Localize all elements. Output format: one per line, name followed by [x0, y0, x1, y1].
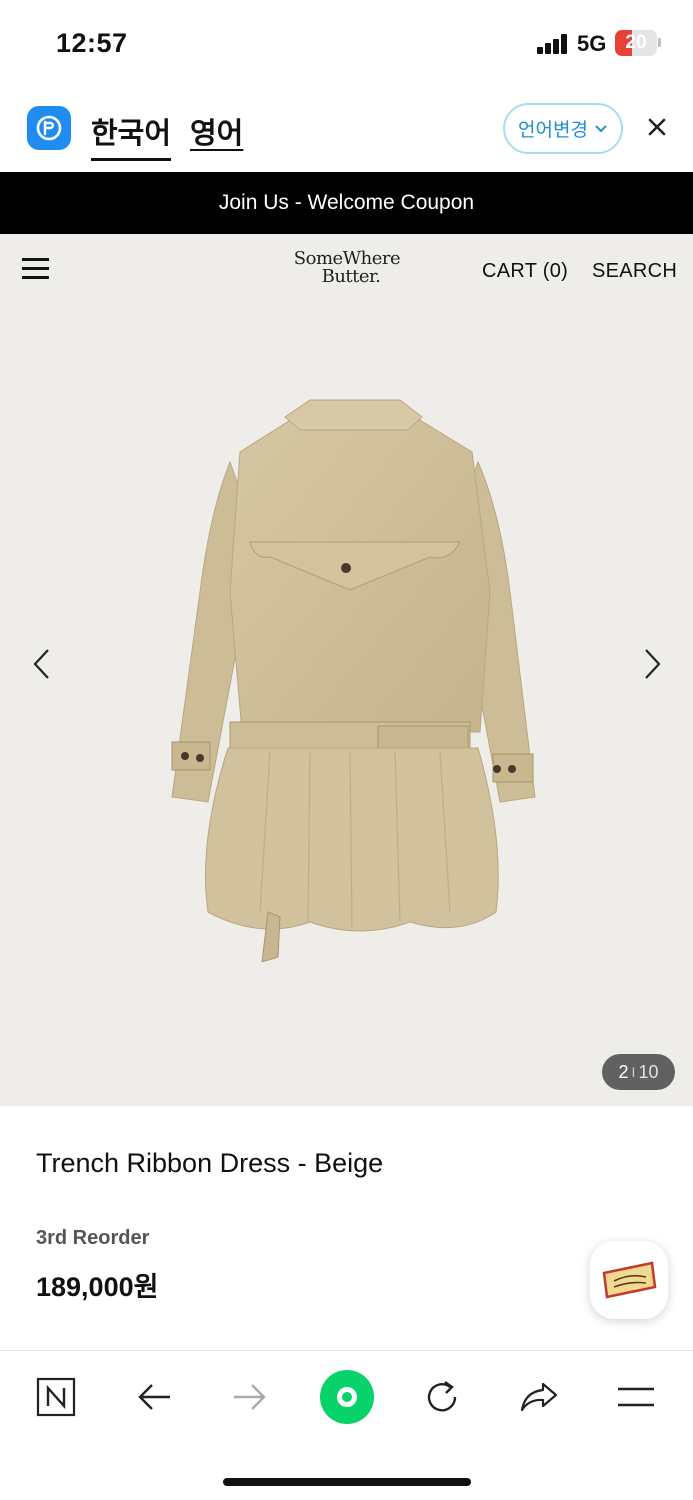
hamburger-icon[interactable] — [22, 256, 50, 280]
menu-icon[interactable] — [612, 1373, 660, 1421]
home-indicator — [223, 1478, 471, 1486]
change-language-label: 언어변경 — [518, 120, 588, 141]
change-language-button[interactable]: 언어변경 — [503, 103, 623, 154]
promo-text: Join Us - Welcome Coupon — [218, 191, 475, 214]
reorder-badge: 3rd Reorder — [36, 1227, 150, 1249]
floating-brand-button[interactable] — [590, 1241, 668, 1319]
brand-badge-icon — [602, 1261, 657, 1299]
status-time: 12:57 — [56, 28, 128, 58]
battery-level: 20 — [625, 32, 647, 53]
tab-korean[interactable]: 한국어 — [91, 110, 172, 161]
battery-icon: 20 — [615, 30, 657, 56]
browser-toolbar — [0, 1350, 693, 1500]
battery-nub — [658, 38, 661, 47]
status-bar: 12:57 5G 20 — [0, 0, 693, 88]
translator-bar: 한국어 영어 언어변경 — [0, 88, 693, 172]
cart-count: (0) — [542, 260, 569, 282]
tab-english[interactable]: 영어 — [190, 110, 243, 152]
share-icon[interactable] — [515, 1373, 563, 1421]
close-icon[interactable] — [640, 110, 674, 144]
promo-banner[interactable]: Join Us - Welcome Coupon — [0, 172, 693, 234]
product-image — [171, 399, 536, 962]
product-title: Trench Ribbon Dress - Beige — [36, 1148, 384, 1178]
back-icon[interactable] — [130, 1373, 178, 1421]
signal-icon — [537, 34, 569, 54]
naver-home-icon[interactable] — [32, 1373, 80, 1421]
search-link[interactable]: SEARCH — [592, 260, 677, 283]
brand-logo-line2: Butter. — [321, 266, 381, 287]
cart-label: CART — [482, 260, 537, 282]
papago-icon[interactable] — [27, 106, 71, 150]
green-dot-icon[interactable] — [320, 1370, 374, 1424]
slide-current: 2 — [618, 1061, 629, 1082]
product-price: 189,000원 — [36, 1272, 159, 1302]
chevron-right-icon[interactable] — [640, 646, 664, 682]
cart-link[interactable]: CART (0) — [482, 260, 568, 283]
chevron-down-icon — [595, 124, 607, 132]
product-gallery[interactable]: SomeWhere Butter. CART (0) SEARCH 2 I 10 — [0, 234, 693, 1106]
network-type: 5G — [577, 31, 607, 56]
brand-logo[interactable]: SomeWhere Butter. — [287, 250, 407, 294]
chevron-left-icon[interactable] — [30, 646, 54, 682]
slide-total: 10 — [638, 1061, 659, 1082]
forward-icon[interactable] — [226, 1373, 274, 1421]
slide-counter: 2 I 10 — [602, 1054, 675, 1090]
reload-icon[interactable] — [418, 1373, 466, 1421]
slide-separator: I — [631, 1064, 636, 1080]
